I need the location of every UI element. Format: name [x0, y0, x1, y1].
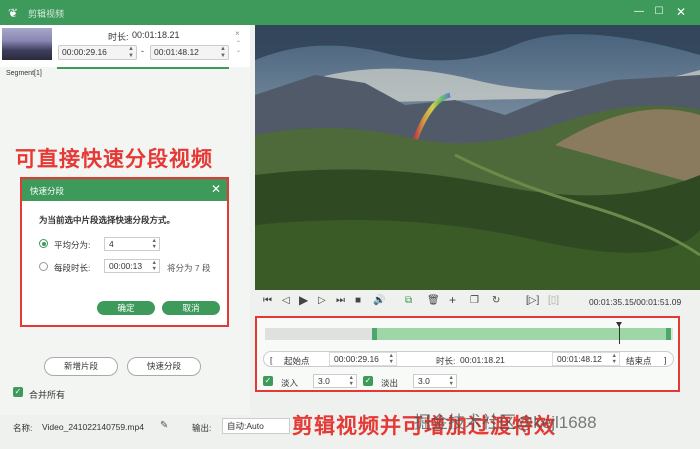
- annotation-top: 可直接快速分段视频: [15, 148, 213, 171]
- segment-item[interactable]: 时长: 00:01:18.21 00:00:29.16 ▲ ▼ - 00:01:4…: [0, 25, 250, 67]
- segment-duration-value: 00:01:18.21: [132, 30, 180, 40]
- fade-out-checkbox[interactable]: ✓: [363, 376, 373, 386]
- mark-out-icon[interactable]: [▯]: [548, 295, 559, 306]
- skip-end-icon[interactable]: ⏭: [336, 295, 345, 306]
- add-icon[interactable]: +: [449, 293, 456, 307]
- start-time-input[interactable]: 00:00:29.16 ▲ ▼: [329, 352, 397, 366]
- watermark: 掘金技术社区@kejl1688: [414, 413, 597, 432]
- timeline-selection[interactable]: [373, 328, 671, 340]
- output-label: 输出:: [192, 423, 212, 433]
- start-bracket-icon[interactable]: [: [270, 355, 272, 365]
- spinner-icon[interactable]: ▲ ▼: [612, 353, 617, 365]
- play-icon[interactable]: ▶: [299, 293, 308, 307]
- merge-all-checkbox[interactable]: ✓: [13, 387, 23, 397]
- file-name: Video_241022140759.mp4: [42, 422, 144, 432]
- landscape-frame: [255, 25, 700, 290]
- delete-icon[interactable]: 🗑: [427, 295, 440, 306]
- segment-progress-bar: [57, 67, 229, 69]
- spinner-icon[interactable]: ▲ ▼: [449, 375, 454, 387]
- duration-split-input[interactable]: 00:00:13 ▲ ▼: [104, 259, 160, 273]
- editor-panel: [ 起始点 00:00:29.16 ▲ ▼ 时长: 00:01:18.21 00:…: [255, 316, 680, 392]
- dialog-title: 快速分段: [30, 186, 65, 196]
- close-icon[interactable]: ✕: [211, 182, 221, 196]
- fade-out-input[interactable]: 3.0 ▲ ▼: [413, 374, 457, 388]
- spinner-icon[interactable]: ▲ ▼: [220, 46, 226, 59]
- segment-label: Segment[1]: [6, 70, 42, 77]
- name-label: 名称:: [13, 423, 33, 433]
- segment-start-input[interactable]: 00:00:29.16 ▲ ▼: [58, 45, 137, 60]
- spinner-icon[interactable]: ▲ ▼: [152, 238, 157, 250]
- spinner-icon[interactable]: ▲ ▼: [349, 375, 354, 387]
- step-back-icon[interactable]: ◁: [282, 295, 290, 306]
- end-point-button[interactable]: 结束点: [626, 355, 652, 367]
- fade-in-input[interactable]: 3.0 ▲ ▼: [313, 374, 357, 388]
- quick-split-button[interactable]: 快速分段: [127, 357, 201, 376]
- time-separator: -: [141, 46, 144, 56]
- duration-split-note: 将分为 7 段: [167, 263, 211, 273]
- remove-segment-icon[interactable]: ×: [235, 29, 240, 38]
- option-equal-label: 平均分为:: [54, 240, 91, 250]
- output-select[interactable]: 自动:Auto: [222, 418, 290, 434]
- fade-in-label: 淡入: [281, 378, 299, 388]
- dialog-header: 快速分段 ✕: [22, 179, 227, 201]
- split-icon[interactable]: ⧉: [405, 295, 412, 306]
- mark-in-icon[interactable]: [▷]: [526, 295, 539, 306]
- spinner-icon[interactable]: ▲ ▼: [152, 260, 157, 272]
- video-preview[interactable]: [255, 25, 700, 290]
- cancel-button[interactable]: 取消: [162, 301, 220, 315]
- segment-duration-label: 时长:: [108, 32, 129, 42]
- end-handle[interactable]: [666, 328, 671, 340]
- fade-out-label: 淡出: [381, 378, 399, 388]
- close-button[interactable]: ✕: [674, 5, 688, 19]
- confirm-button[interactable]: 确定: [97, 301, 155, 315]
- copy-icon[interactable]: ❐: [470, 295, 479, 306]
- title-bar: ❦ 剪辑视频 — ☐ ✕: [0, 0, 700, 25]
- window-title: 剪辑视频: [28, 9, 65, 19]
- player-controls: ⏮ ◁ ▶ ▷ ⏭ ■ 🔊 ⧉ 🗑 + ❐ ↻ [▷] [▯] 00:01:35…: [255, 290, 700, 314]
- equal-split-input[interactable]: 4 ▲ ▼: [104, 237, 160, 251]
- trim-duration-label: 时长:: [436, 356, 456, 366]
- edit-icon[interactable]: ✎: [160, 420, 168, 431]
- segment-thumbnail: [2, 28, 52, 60]
- spinner-icon[interactable]: ▲ ▼: [128, 46, 134, 59]
- step-forward-icon[interactable]: ▷: [318, 295, 326, 306]
- rabbit-icon: ❦: [8, 6, 19, 20]
- reset-icon[interactable]: ↻: [492, 295, 500, 306]
- merge-all-label: 合并所有: [29, 390, 66, 400]
- maximize-button[interactable]: ☐: [652, 5, 666, 19]
- minimize-button[interactable]: —: [632, 5, 646, 19]
- playhead[interactable]: [616, 322, 622, 344]
- stop-icon[interactable]: ■: [355, 295, 361, 306]
- spinner-icon[interactable]: ▲ ▼: [389, 353, 394, 365]
- trim-row: [ 起始点 00:00:29.16 ▲ ▼ 时长: 00:01:18.21 00:…: [263, 351, 674, 367]
- volume-icon[interactable]: 🔊: [373, 295, 385, 306]
- radio-duration-split[interactable]: [39, 262, 48, 271]
- fade-in-checkbox[interactable]: ✓: [263, 376, 273, 386]
- dialog-prompt: 为当前选中片段选择快速分段方式。: [39, 215, 176, 225]
- start-point-button[interactable]: 起始点: [284, 355, 310, 367]
- new-segment-button[interactable]: 新增片段: [44, 357, 118, 376]
- radio-equal-split[interactable]: [39, 239, 48, 248]
- reorder-arrows-icon[interactable]: ⌃ ⌄: [236, 41, 241, 55]
- option-duration-label: 每段时长:: [54, 263, 91, 273]
- quick-split-dialog: 快速分段 ✕ 为当前选中片段选择快速分段方式。 平均分为: 4 ▲ ▼ 每段时长:…: [20, 177, 229, 327]
- trim-duration-value: 00:01:18.21: [460, 355, 505, 365]
- segment-end-input[interactable]: 00:01:48.12 ▲ ▼: [150, 45, 229, 60]
- skip-start-icon[interactable]: ⏮: [263, 295, 272, 306]
- time-display: 00:01:35.15/00:01:51.09: [589, 297, 682, 307]
- start-handle[interactable]: [372, 328, 377, 340]
- end-bracket-icon[interactable]: ]: [664, 355, 666, 365]
- end-time-input[interactable]: 00:01:48.12 ▲ ▼: [552, 352, 620, 366]
